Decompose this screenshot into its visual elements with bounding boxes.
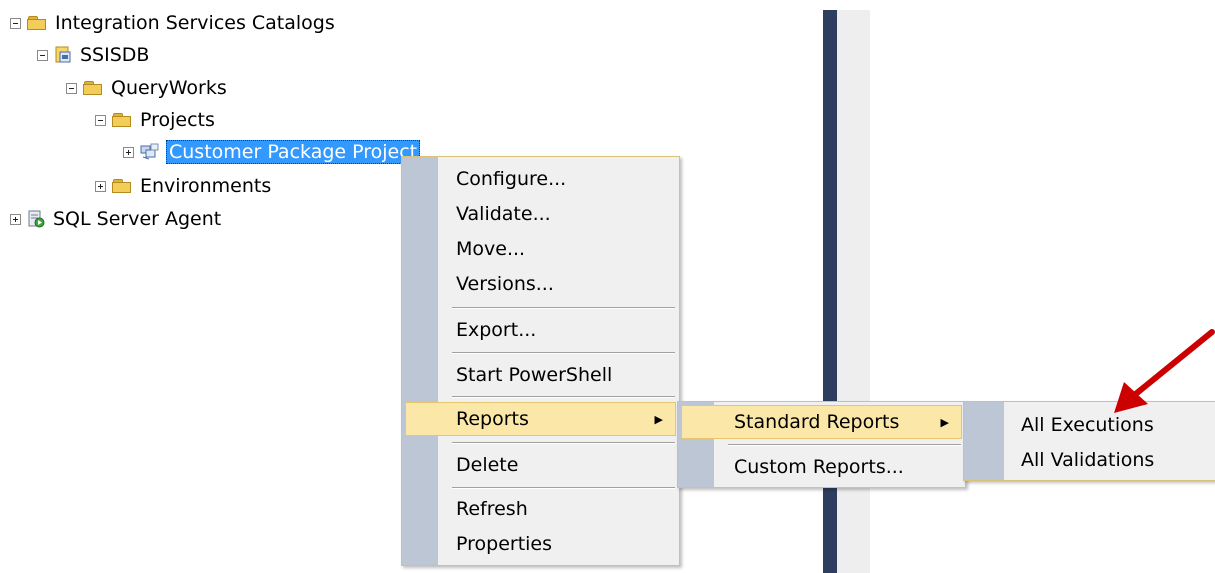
menu-separator	[452, 352, 675, 354]
window-splitter[interactable]	[823, 10, 837, 573]
red-arrow-icon	[1114, 329, 1215, 413]
menu-item-start-powershell[interactable]: Start PowerShell	[405, 358, 676, 392]
menu-separator	[728, 444, 961, 446]
tree-node-label: SSISDB	[80, 44, 150, 66]
menu-separator	[452, 442, 675, 444]
tree-node-label: QueryWorks	[111, 77, 227, 99]
menu-item-properties[interactable]: Properties	[405, 527, 676, 561]
project-icon	[140, 143, 159, 161]
folder-icon	[112, 179, 132, 193]
expand-toggle-icon[interactable]	[95, 180, 106, 192]
folder-icon	[112, 113, 132, 127]
tree-node-environments[interactable]: Environments	[95, 172, 271, 200]
expand-toggle-icon[interactable]	[10, 213, 21, 225]
tree-node-label: Integration Services Catalogs	[55, 12, 335, 34]
folder-icon	[27, 16, 47, 30]
menu-item-refresh[interactable]: Refresh	[405, 492, 676, 526]
tree-node-ssisdb[interactable]: SSISDB	[37, 41, 149, 69]
submenu-arrow-icon: ▶	[654, 412, 663, 426]
tree-node-sql-server-agent[interactable]: SQL Server Agent	[10, 205, 221, 233]
menu-item-versions[interactable]: Versions...	[405, 267, 676, 301]
collapse-toggle-icon[interactable]	[66, 82, 77, 94]
tree-node-customer-package-project[interactable]: Customer Package Project	[123, 138, 421, 166]
catalog-database-icon	[54, 46, 72, 64]
menu-item-validate[interactable]: Validate...	[405, 197, 676, 231]
collapse-toggle-icon[interactable]	[37, 49, 48, 61]
tree-node-label: Projects	[140, 109, 215, 131]
context-menu: Configure... Validate... Move... Version…	[401, 156, 680, 566]
menu-separator	[452, 396, 675, 398]
tree-node-label-selected: Customer Package Project	[166, 140, 421, 164]
expand-toggle-icon[interactable]	[123, 146, 134, 158]
sql-agent-icon	[27, 210, 45, 228]
tree-node-label: SQL Server Agent	[53, 208, 222, 230]
menu-item-all-validations[interactable]: All Validations	[967, 443, 1215, 477]
folder-icon	[83, 81, 103, 95]
tree-node-label: Environments	[140, 175, 272, 197]
menu-item-export[interactable]: Export...	[405, 313, 676, 347]
tree-node-integration-services-catalogs[interactable]: Integration Services Catalogs	[10, 9, 335, 37]
reports-submenu: Standard Reports ▶ Custom Reports...	[677, 401, 966, 488]
collapse-toggle-icon[interactable]	[10, 17, 21, 29]
submenu-arrow-icon: ▶	[940, 415, 949, 429]
menu-item-standard-reports[interactable]: Standard Reports ▶	[681, 405, 962, 439]
tree-node-queryworks[interactable]: QueryWorks	[66, 74, 227, 102]
menu-separator	[452, 307, 675, 309]
collapse-toggle-icon[interactable]	[95, 114, 106, 126]
menu-item-configure[interactable]: Configure...	[405, 162, 676, 196]
menu-item-delete[interactable]: Delete	[405, 448, 676, 482]
menu-item-reports[interactable]: Reports ▶	[405, 402, 676, 436]
tree-node-projects[interactable]: Projects	[95, 106, 215, 134]
menu-item-custom-reports[interactable]: Custom Reports...	[681, 450, 962, 484]
menu-item-move[interactable]: Move...	[405, 232, 676, 266]
document-area-edge	[837, 10, 870, 573]
menu-separator	[452, 487, 675, 489]
